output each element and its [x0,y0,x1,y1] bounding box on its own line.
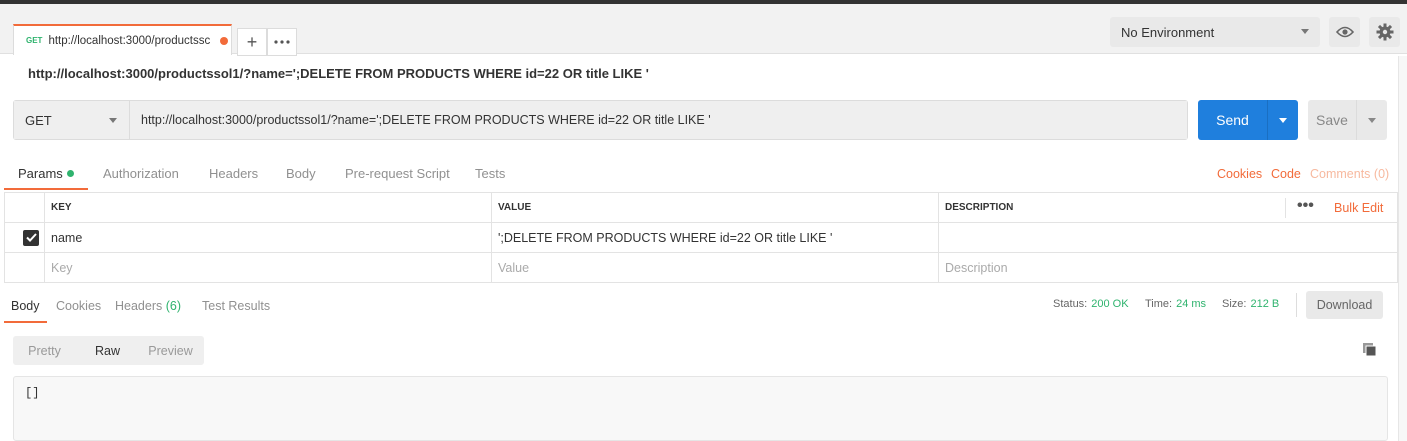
new-description-cell[interactable]: Description [938,252,1398,283]
time-value: 24 ms [1176,298,1207,310]
time-readout: Time: 24 ms [1145,298,1207,310]
save-label: Save [1316,112,1348,128]
new-tab-button[interactable]: + [237,28,267,56]
header-divider [1285,198,1286,218]
description-column-header: DESCRIPTION ••• Bulk Edit [938,192,1398,223]
checkbox-column-header [4,192,45,223]
environment-settings-button[interactable] [1369,17,1400,47]
format-tab-raw[interactable]: Raw [76,344,139,358]
unsaved-dot-icon [220,36,229,45]
ellipsis-icon [274,40,290,44]
param-value-cell[interactable]: ';DELETE FROM PRODUCTS WHERE id=22 OR ti… [491,222,939,253]
tab-params[interactable]: Params [18,166,74,181]
status-readout: Status: 200 OK [1053,298,1129,310]
tab-body[interactable]: Body [286,166,316,181]
tab-pre-request-script[interactable]: Pre-request Script [345,166,450,181]
response-tab-indicator [4,321,47,323]
param-checkbox[interactable] [23,229,39,246]
status-divider [1296,293,1297,317]
response-body[interactable]: [] [13,376,1388,441]
environment-label: No Environment [1121,24,1215,40]
copy-icon [1363,343,1377,357]
url-input[interactable] [130,101,1187,139]
comments-link[interactable]: Comments (0) [1310,167,1389,181]
eye-icon [1335,26,1354,38]
send-options-button[interactable] [1267,100,1298,140]
chevron-down-icon [1301,29,1309,34]
request-tab[interactable]: GET http://localhost:3000/productssc [13,24,232,55]
table-row: Key Value Description [4,252,1398,283]
tab-authorization[interactable]: Authorization [103,166,179,181]
cookies-link[interactable]: Cookies [1217,167,1262,181]
request-tabs: Params Authorization Headers Body Pre-re… [0,160,1407,190]
request-title[interactable]: http://localhost:3000/productssol1/?name… [28,66,649,81]
chevron-down-icon [109,118,117,123]
tab-tests[interactable]: Tests [475,166,505,181]
table-row: name ';DELETE FROM PRODUCTS WHERE id=22 … [4,222,1398,253]
chevron-down-icon [1368,117,1376,123]
new-value-cell[interactable]: Value [491,252,939,283]
param-description-cell[interactable] [938,222,1398,253]
send-label: Send [1216,112,1249,128]
chevron-down-icon [1279,117,1287,123]
save-button[interactable]: Save [1308,100,1387,140]
key-column-header: KEY [44,192,492,223]
param-key-cell[interactable]: name [44,222,492,253]
save-options-button[interactable] [1356,100,1387,140]
response-tab-test-results[interactable]: Test Results [202,299,270,313]
download-button[interactable]: Download [1306,291,1383,319]
format-tabs: Pretty Raw Preview [13,336,204,365]
copy-button[interactable] [1362,342,1377,360]
table-options-button[interactable]: ••• [1297,198,1314,214]
url-bar: GET [13,100,1188,140]
size-value: 212 B [1250,298,1280,310]
tab-url: http://localhost:3000/productssc [48,34,211,47]
method-label: GET [25,112,52,128]
tab-options-button[interactable] [267,28,297,56]
environment-select[interactable]: No Environment [1110,17,1320,47]
environment-quick-look-button[interactable] [1329,17,1360,47]
params-table: KEY VALUE DESCRIPTION ••• Bulk Edit name… [4,192,1398,283]
response-tab-body[interactable]: Body [11,299,40,313]
bulk-edit-link[interactable]: Bulk Edit [1334,201,1383,215]
size-readout: Size: 212 B [1222,298,1280,310]
tab-headers[interactable]: Headers [209,166,258,181]
params-active-dot-icon [66,170,74,177]
code-link[interactable]: Code [1271,167,1301,181]
gear-icon [1376,23,1393,41]
scrollbar[interactable] [1398,56,1407,441]
plus-icon: + [246,31,258,52]
method-select[interactable]: GET [14,101,130,139]
tab-method: GET [26,36,43,45]
active-tab-indicator [4,188,88,190]
value-column-header: VALUE [491,192,939,223]
new-key-cell[interactable]: Key [44,252,492,283]
headers-count: (6) [165,299,182,313]
tab-bar: GET http://localhost:3000/productssc + N… [0,4,1407,56]
send-button[interactable]: Send [1198,100,1298,140]
empty-checkbox-cell [4,252,45,283]
checkmark-icon [25,233,37,242]
format-tab-pretty[interactable]: Pretty [13,344,76,358]
response-tab-cookies[interactable]: Cookies [56,299,101,313]
params-header-row: KEY VALUE DESCRIPTION ••• Bulk Edit [4,192,1398,223]
status-value: 200 OK [1091,298,1129,310]
format-tab-preview[interactable]: Preview [139,344,202,358]
param-checkbox-cell [4,222,45,253]
response-tab-headers[interactable]: Headers (6) [115,299,181,313]
